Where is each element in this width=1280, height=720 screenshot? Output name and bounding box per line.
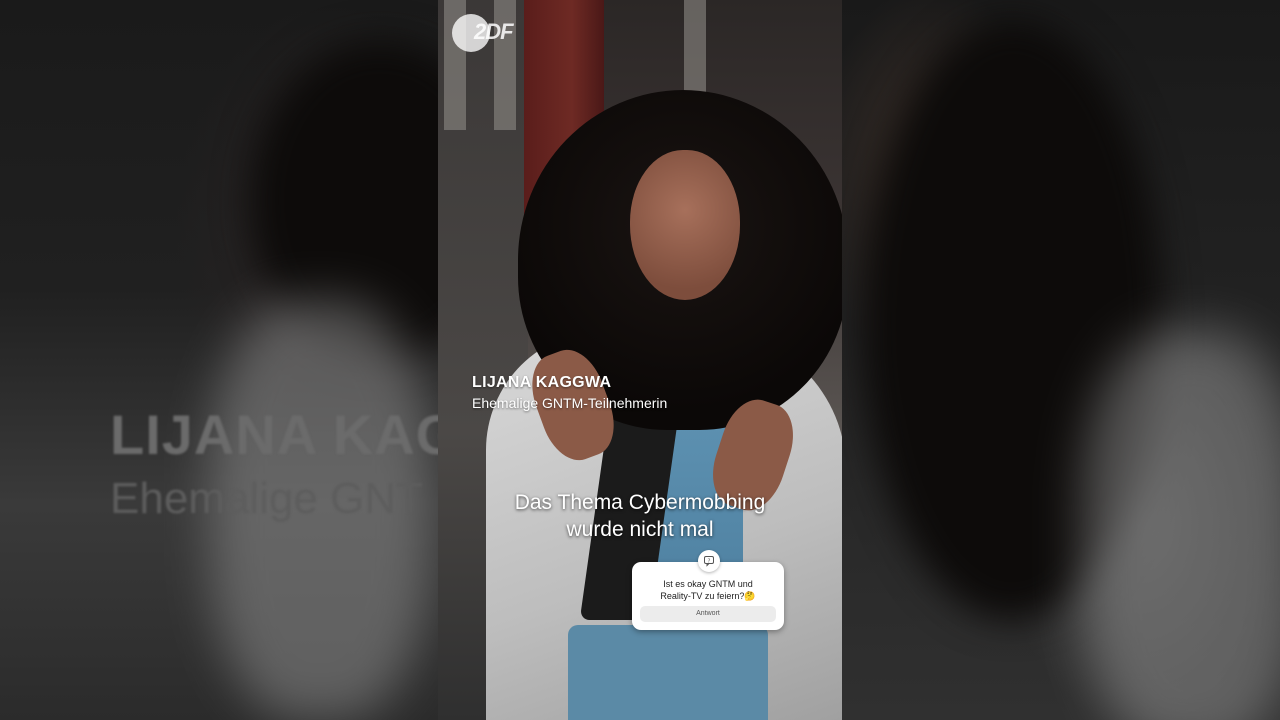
- subtitle-line-1: Das Thema Cybermobbing: [514, 491, 766, 514]
- question-line-2: Reality-TV zu feiern?🤔: [660, 591, 756, 601]
- svg-text:?: ?: [708, 558, 711, 564]
- blurred-role-text: Ehemalige GNT: [110, 474, 424, 523]
- blurred-jacket-shape: [1082, 330, 1280, 720]
- question-line-1: Ist es okay GNTM und: [663, 579, 753, 589]
- lower-third-name: LIJANA KAGGWA: [472, 374, 612, 391]
- blurred-background-right: [842, 0, 1280, 720]
- person-pants: [568, 625, 768, 720]
- video-frame[interactable]: 2DF LIJANA KAGGWA Ehemalige GNTM-Teilneh…: [438, 0, 842, 720]
- answer-button[interactable]: Antwort: [640, 606, 776, 622]
- question-text: Ist es okay GNTM und Reality-TV zu feier…: [632, 578, 784, 602]
- zdf-logo-text: 2DF: [474, 19, 514, 44]
- person-face: [630, 150, 740, 300]
- blurred-background-left: LIJANA KAG Ehemalige GNT: [0, 0, 438, 720]
- question-sticker[interactable]: Ist es okay GNTM und Reality-TV zu feier…: [632, 562, 784, 630]
- lower-third-role: Ehemalige GNTM-Teilnehmerin: [472, 395, 668, 411]
- subtitle-line-2: wurde nicht mal: [566, 518, 714, 541]
- blurred-name-text: LIJANA KAG: [110, 403, 438, 466]
- question-bubble-icon: ?: [698, 550, 720, 572]
